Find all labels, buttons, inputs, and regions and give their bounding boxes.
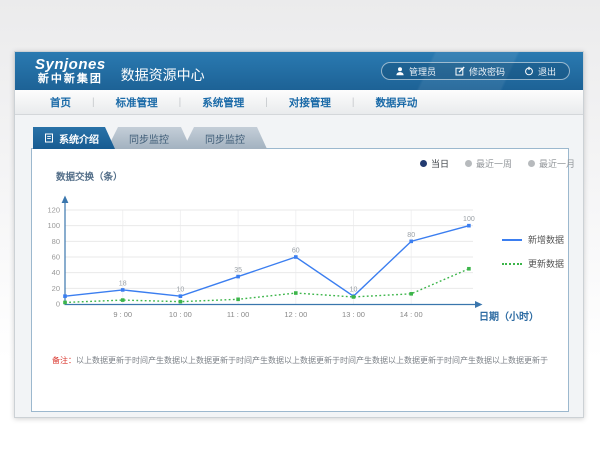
data-point-label: 60 [292, 248, 300, 255]
data-point [467, 224, 471, 228]
user-menu-label: 退出 [538, 65, 556, 78]
range-option-3[interactable]: 最近一月 [528, 157, 575, 170]
data-point [236, 298, 240, 302]
y-axis-title: 数据交换（条） [56, 169, 123, 183]
y-tick-label: 100 [47, 221, 60, 230]
range-option-1[interactable]: 当日 [420, 157, 449, 170]
range-option-label: 最近一周 [476, 157, 512, 170]
footnote: 备注：以上数据更新于时间产生数据以上数据更新于时间产生数据以上数据更新于时间产生… [42, 355, 558, 366]
y-tick-label: 0 [56, 300, 60, 309]
data-point-label: 100 [463, 216, 475, 223]
x-axis-title: 日期（小时） [479, 308, 539, 323]
logout-icon [524, 66, 534, 76]
data-point-label: 18 [119, 280, 127, 287]
legend-line-sample [502, 263, 522, 265]
legend-item-1[interactable]: 新增数据 [502, 233, 564, 246]
tab-label: 系统介绍 [59, 131, 99, 146]
data-point [179, 300, 183, 304]
x-tick-label: 10 : 00 [169, 310, 192, 319]
user-menu-label: 管理员 [409, 65, 436, 78]
main-navigation: 首页|标准管理|系统管理|对接管理|数据异动 [15, 90, 583, 115]
data-point [409, 240, 413, 244]
app-header: Synjones 新中新集团 数据资源中心 管理员 修改密码 退出 [15, 52, 583, 90]
tab-2[interactable]: 同步监控 [107, 127, 191, 149]
data-point-label: 10 [177, 287, 185, 294]
range-option-label: 当日 [431, 157, 449, 170]
nav-item-1[interactable]: 首页 [29, 95, 92, 110]
legend-label: 更新数据 [528, 257, 564, 270]
user-menu-item-2[interactable]: 修改密码 [455, 65, 505, 78]
nav-item-2[interactable]: 标准管理 [95, 95, 179, 110]
data-point [467, 267, 471, 271]
x-tick-label: 11 : 00 [227, 310, 249, 319]
data-point [409, 292, 413, 296]
nav-item-4[interactable]: 对接管理 [268, 95, 352, 110]
nav-item-3[interactable]: 系统管理 [181, 95, 265, 110]
range-selector: 当日 最近一周 最近一月 [420, 157, 575, 170]
range-option-label: 最近一月 [539, 157, 575, 170]
x-axis-arrow-icon [475, 301, 483, 308]
footnote-text: 以上数据更新于时间产生数据以上数据更新于时间产生数据以上数据更新于时间产生数据以… [76, 356, 548, 365]
data-point [63, 301, 67, 305]
data-point [121, 298, 125, 302]
y-tick-label: 20 [52, 284, 60, 293]
data-point [352, 295, 356, 299]
tab-bar: 系统介绍 同步监控 同步监控 [33, 127, 267, 149]
x-tick-label: 14 : 00 [400, 310, 423, 319]
x-tick-label: 12 : 00 [284, 310, 307, 319]
x-tick-label: 13 : 00 [342, 310, 365, 319]
logo-text-cn: 新中新集团 [35, 74, 106, 85]
legend-item-2[interactable]: 更新数据 [502, 257, 564, 270]
legend-line-sample [502, 239, 522, 241]
line-chart: 0 20 40 60 80 100 120 9 : 00 10 : 00 11 : 00 12 : … [35, 187, 485, 337]
app-window: Synjones 新中新集团 数据资源中心 管理员 修改密码 退出 首页|标准管理|… [14, 51, 584, 418]
tab-label: 同步监控 [129, 131, 169, 146]
y-tick-label: 80 [52, 237, 60, 246]
data-point [63, 294, 67, 298]
tab-label: 同步监控 [205, 131, 245, 146]
data-point-label: 35 [234, 267, 242, 274]
legend-label: 新增数据 [528, 233, 564, 246]
x-tick-label: 9 : 00 [113, 310, 132, 319]
tab-3[interactable]: 同步监控 [183, 127, 267, 149]
user-menu-label: 修改密码 [469, 65, 505, 78]
data-point [294, 255, 298, 259]
radio-dot-icon [420, 160, 427, 167]
user-menu: 管理员 修改密码 退出 [381, 62, 570, 80]
user-menu-item-1[interactable]: 管理员 [395, 65, 436, 78]
chart-legend: 新增数据更新数据 [502, 233, 564, 281]
radio-dot-icon [528, 160, 535, 167]
radio-dot-icon [465, 160, 472, 167]
edit-icon [455, 66, 465, 76]
chart-panel: 当日最近一周最近一月 数据交换（条） 0204060801001209 : 00… [31, 148, 569, 412]
page-title: 数据资源中心 [121, 58, 205, 85]
nav-item-5[interactable]: 数据异动 [354, 95, 438, 110]
tab-1[interactable]: 系统介绍 [33, 127, 115, 149]
page-background: Synjones 新中新集团 数据资源中心 管理员 修改密码 退出 首页|标准管理|… [0, 0, 600, 450]
data-point [121, 288, 125, 292]
y-axis-arrow-icon [62, 196, 69, 204]
data-point-label: 10 [350, 287, 358, 294]
data-point [294, 291, 298, 295]
y-tick-label: 40 [52, 268, 60, 277]
document-icon [44, 133, 54, 143]
content-area: 系统介绍 同步监控 同步监控 当日 最近一周 最近一月 数据交换（条） 0 20 40 60 8… [15, 115, 583, 417]
data-point [179, 294, 183, 298]
company-logo: Synjones 新中新集团 [35, 57, 106, 85]
user-menu-item-3[interactable]: 退出 [524, 65, 556, 78]
logo-text-en: Synjones [35, 57, 106, 72]
footnote-prefix: 备注： [52, 356, 76, 365]
y-tick-label: 120 [47, 206, 60, 215]
range-option-2[interactable]: 最近一周 [465, 157, 512, 170]
data-point [236, 275, 240, 279]
user-icon [395, 66, 405, 76]
data-point-label: 80 [407, 232, 415, 239]
y-tick-label: 60 [52, 253, 60, 262]
